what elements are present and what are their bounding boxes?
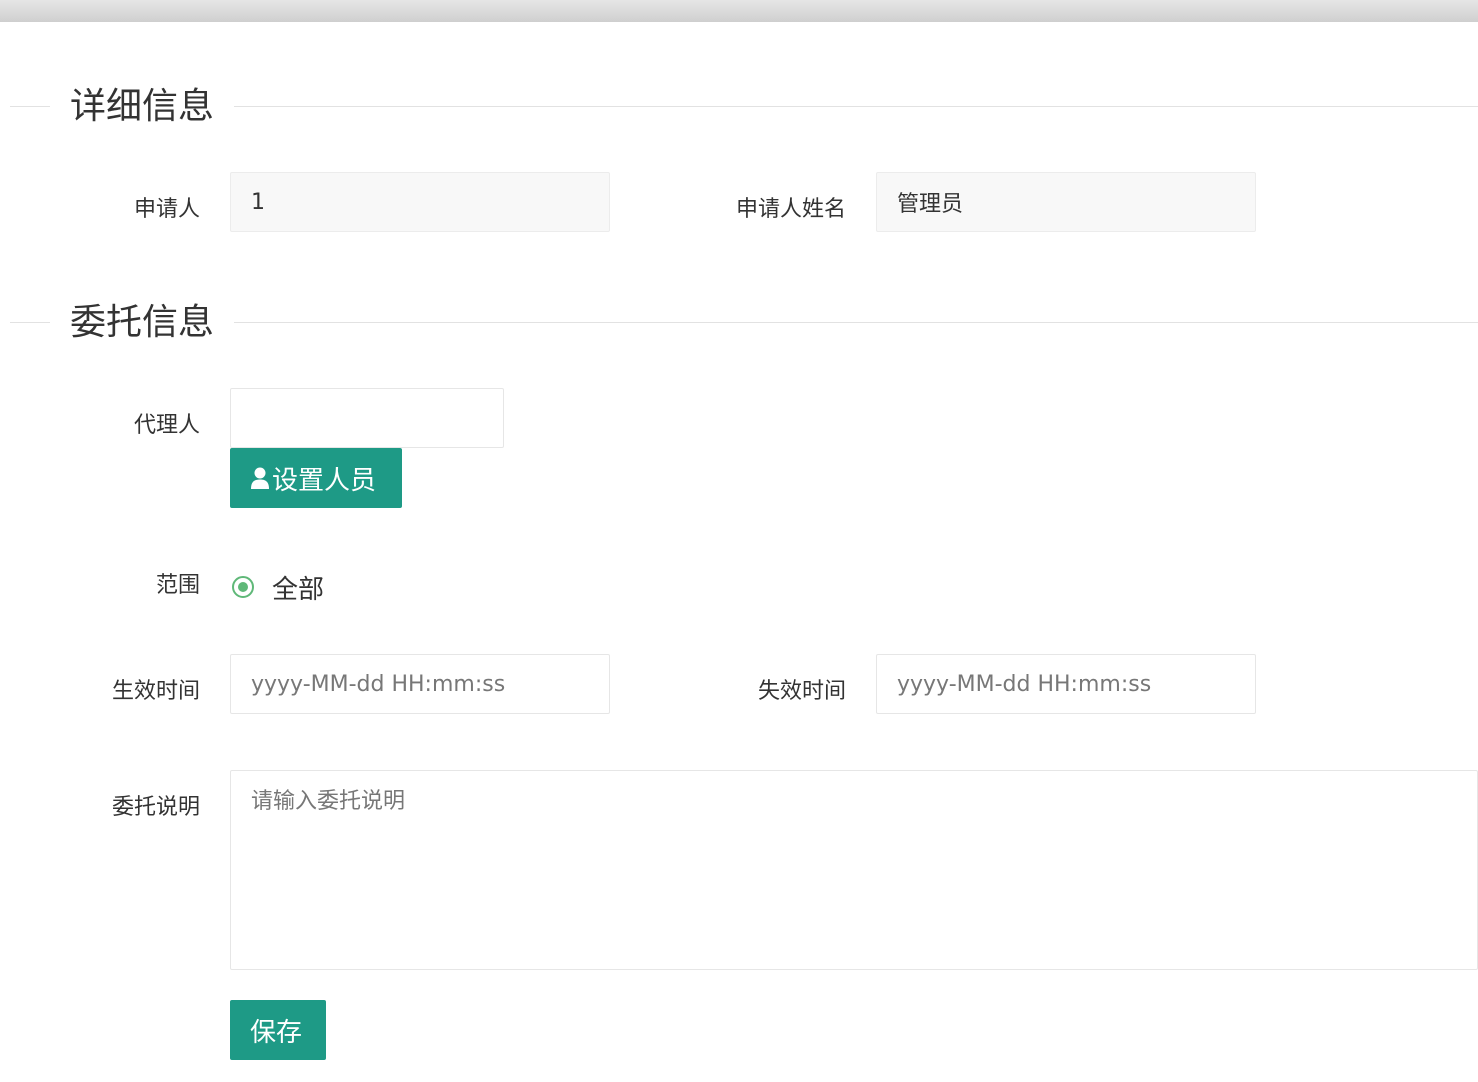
section-divider-right bbox=[234, 322, 1478, 323]
browser-top-bar bbox=[0, 0, 1478, 22]
effective-time-label: 生效时间 bbox=[111, 679, 200, 704]
save-button[interactable]: 保存 bbox=[230, 1000, 326, 1060]
section-header-detail: 详细信息 bbox=[10, 84, 1478, 130]
applicant-name-label: 申请人姓名 bbox=[735, 197, 846, 222]
agent-label: 代理人 bbox=[133, 413, 200, 438]
description-label: 委托说明 bbox=[111, 795, 200, 820]
set-person-button-label: 设置人员 bbox=[272, 465, 377, 496]
radio-checked-icon bbox=[232, 576, 254, 598]
section-divider-right bbox=[234, 106, 1478, 107]
agent-field[interactable] bbox=[230, 388, 504, 448]
expire-time-label: 失效时间 bbox=[757, 679, 846, 704]
section-title-delegate: 委托信息 bbox=[70, 302, 215, 343]
applicant-name-field[interactable] bbox=[876, 172, 1256, 232]
set-person-button[interactable]: 设置人员 bbox=[230, 448, 402, 508]
effective-time-input[interactable] bbox=[230, 654, 610, 714]
description-textarea[interactable] bbox=[230, 770, 1478, 970]
section-header-delegate: 委托信息 bbox=[10, 300, 1478, 346]
scope-label: 范围 bbox=[155, 573, 200, 598]
applicant-field[interactable] bbox=[230, 172, 610, 232]
scope-radio-label: 全部 bbox=[272, 574, 325, 605]
applicant-label: 申请人 bbox=[133, 197, 200, 222]
section-divider-left bbox=[10, 106, 50, 107]
scope-radio-all[interactable]: 全部 bbox=[232, 568, 324, 606]
person-icon bbox=[251, 467, 269, 489]
section-title-detail: 详细信息 bbox=[70, 86, 215, 127]
radio-dot bbox=[238, 582, 248, 592]
expire-time-input[interactable] bbox=[876, 654, 1256, 714]
section-divider-left bbox=[10, 322, 50, 323]
